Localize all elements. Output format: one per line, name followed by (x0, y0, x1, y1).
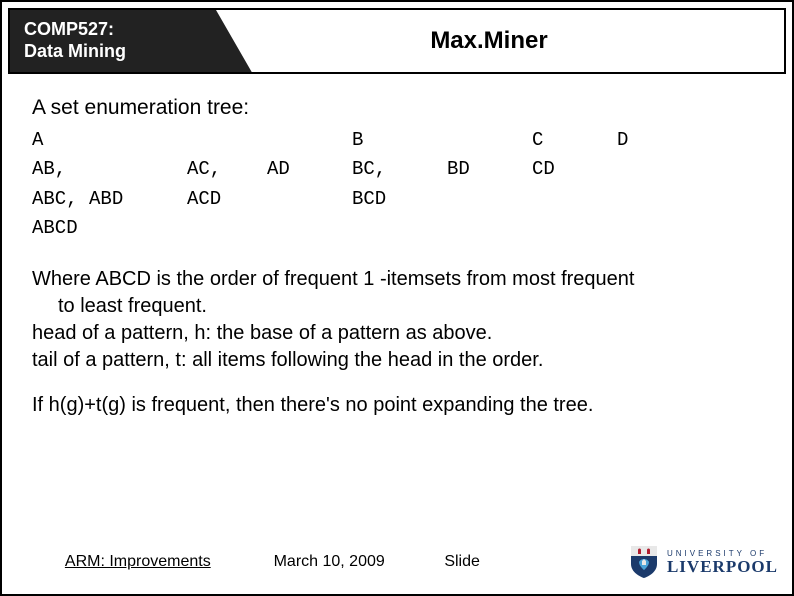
section-heading: A set enumeration tree: (32, 96, 768, 120)
paragraph-2: If h(g)+t(g) is frequent, then there's n… (32, 392, 768, 419)
para1-line1: Where ABCD is the order of frequent 1 -i… (32, 268, 634, 290)
tree-cell (532, 214, 617, 243)
footer: ARM: Improvements March 10, 2009 Slide U… (2, 544, 792, 580)
footer-topic: ARM: Improvements (2, 553, 274, 571)
course-code: COMP527: (24, 19, 202, 41)
tree-cell (267, 126, 352, 155)
university-logo: UNIVERSITY OF LIVERPOOL (506, 544, 778, 580)
tree-cell (447, 214, 532, 243)
content-area: A set enumeration tree: A B C D AB, AC, … (2, 74, 792, 419)
tree-cell (352, 214, 447, 243)
tree-cell: AD (267, 155, 352, 184)
university-bottom-line: LIVERPOOL (667, 558, 778, 575)
tree-cell: ACD (187, 185, 267, 214)
tree-cell (267, 185, 352, 214)
tree-cell: ABC, ABD (32, 185, 187, 214)
header-bar: COMP527: Data Mining Max.Miner (8, 8, 786, 74)
tree-cell: BCD (352, 185, 447, 214)
tree-cell (447, 126, 532, 155)
tree-cell: B (352, 126, 447, 155)
shield-icon (629, 544, 659, 580)
tree-cell (187, 214, 267, 243)
university-text: UNIVERSITY OF LIVERPOOL (667, 550, 778, 575)
course-name: Data Mining (24, 41, 202, 63)
tree-cell (267, 214, 352, 243)
slide-title: Max.Miner (254, 10, 784, 72)
tree-cell (617, 155, 677, 184)
header-course-box: COMP527: Data Mining (10, 10, 216, 72)
para1-line2: to least frequent. (32, 293, 768, 320)
header-wedge (216, 10, 254, 74)
tree-cell (532, 185, 617, 214)
tree-cell (447, 185, 532, 214)
paragraph-1: Where ABCD is the order of frequent 1 -i… (32, 266, 768, 374)
footer-date: March 10, 2009 (274, 553, 445, 571)
tree-cell (187, 126, 267, 155)
tree-cell: D (617, 126, 677, 155)
footer-slide-label: Slide (444, 553, 506, 571)
slide-frame: COMP527: Data Mining Max.Miner A set enu… (0, 0, 794, 596)
tree-cell: C (532, 126, 617, 155)
enumeration-tree: A B C D AB, AC, AD BC, BD CD ABC, ABD AC… (32, 126, 768, 244)
tree-cell: AB, (32, 155, 187, 184)
tree-cell: A (32, 126, 187, 155)
tree-cell: BC, (352, 155, 447, 184)
para1-line4: tail of a pattern, t: all items followin… (32, 349, 543, 371)
tree-cell: CD (532, 155, 617, 184)
tree-cell: AC, (187, 155, 267, 184)
tree-cell (617, 214, 677, 243)
tree-cell: BD (447, 155, 532, 184)
tree-cell: ABCD (32, 214, 187, 243)
tree-cell (617, 185, 677, 214)
para1-line3: head of a pattern, h: the base of a patt… (32, 322, 492, 344)
